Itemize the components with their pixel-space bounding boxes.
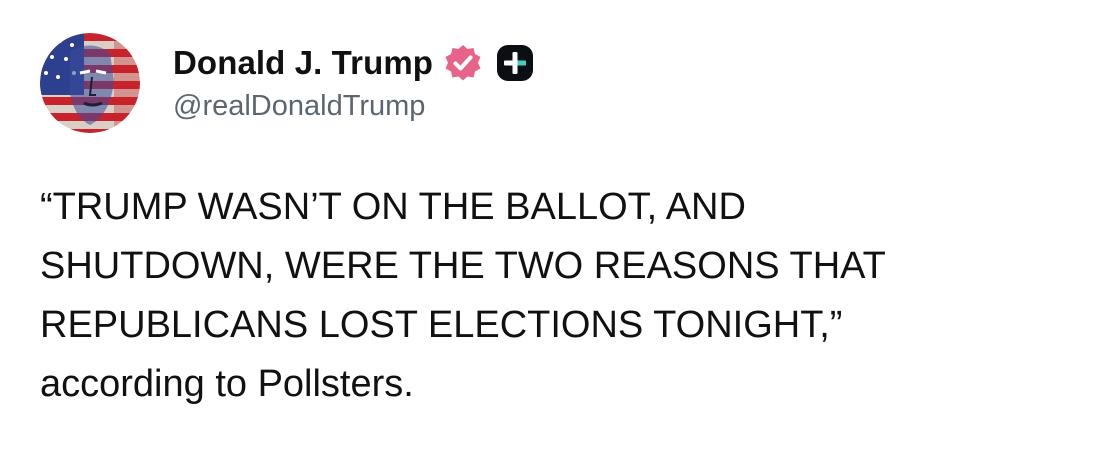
post-card: Donald J. Trump @realDonaldTrump “TRUMP … <box>0 0 1102 459</box>
author-identity: Donald J. Trump @realDonaldTrump <box>173 43 535 123</box>
post-line: SHUTDOWN, WERE THE TWO REASONS THAT <box>40 245 886 287</box>
verified-badge-icon <box>443 43 483 83</box>
post-line: “TRUMP WASN’T ON THE BALLOT, AND <box>40 186 746 228</box>
name-row: Donald J. Trump <box>173 43 535 83</box>
flag-portrait-avatar-icon <box>40 33 140 133</box>
avatar[interactable] <box>40 33 140 133</box>
post-line: REPUBLICANS LOST ELECTIONS TONIGHT,” <box>40 304 843 346</box>
post-body: “TRUMP WASN’T ON THE BALLOT, AND SHUTDOW… <box>40 178 1060 414</box>
author-display-name[interactable]: Donald J. Trump <box>173 44 433 82</box>
plus-badge-icon <box>495 43 535 83</box>
post-line: according to Pollsters. <box>40 363 414 405</box>
author-handle[interactable]: @realDonaldTrump <box>173 90 535 123</box>
post-header: Donald J. Trump @realDonaldTrump <box>40 33 535 133</box>
